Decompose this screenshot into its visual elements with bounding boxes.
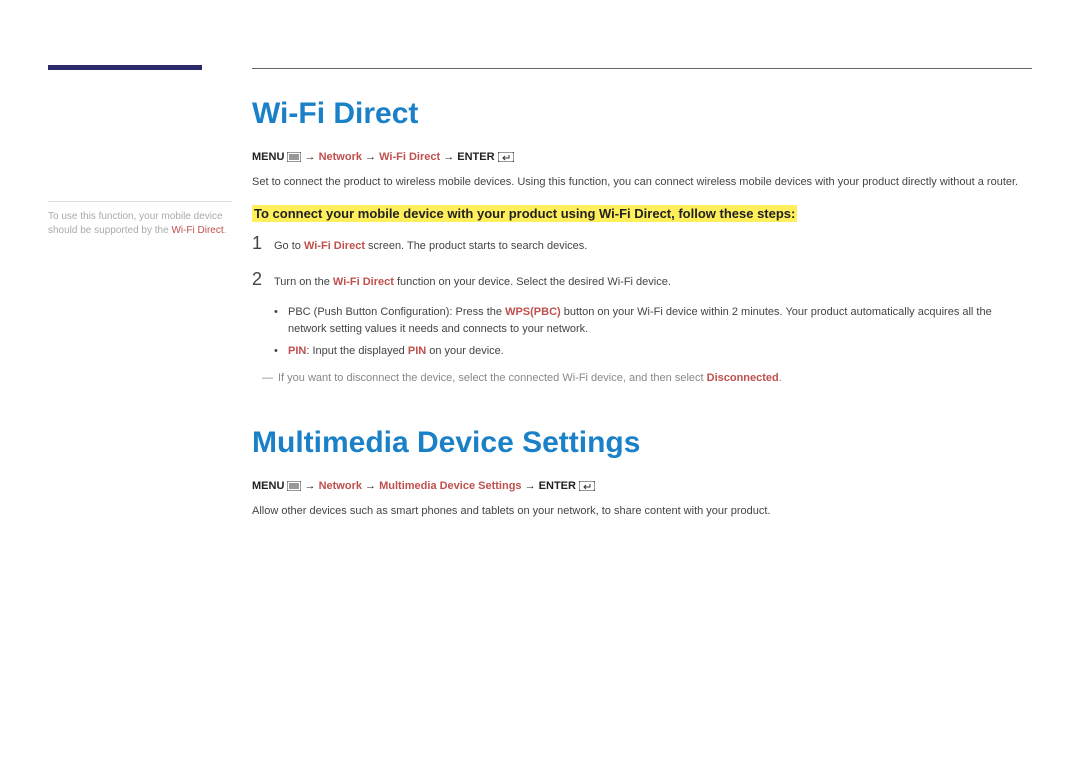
sub-bullets: PBC (Push Button Configuration): Press t… xyxy=(274,304,1032,360)
step-2-post: function on your device. Select the desi… xyxy=(394,276,671,288)
crumb-enter-label: ENTER xyxy=(457,151,494,163)
enter-icon xyxy=(579,481,595,494)
bullet-pin-bold1: PIN xyxy=(288,345,306,357)
bullet-pin-mid: : Input the displayed xyxy=(306,345,408,357)
bullet-pbc-pre: PBC (Push Button Configuration): Press t… xyxy=(288,306,505,318)
step-2-bold: Wi-Fi Direct xyxy=(333,276,394,288)
step-2-pre: Turn on the xyxy=(274,276,333,288)
section1-highlight: To connect your mobile device with your … xyxy=(252,206,1032,221)
sidebar-note-suffix: . xyxy=(224,225,227,236)
accent-bar xyxy=(48,65,202,70)
sidebar-note-bold: Wi-Fi Direct xyxy=(171,225,223,236)
step-1-number: 1 xyxy=(252,233,274,254)
step-2: 2 Turn on the Wi-Fi Direct function on y… xyxy=(252,269,1032,291)
crumb-menu-label: MENU xyxy=(252,151,284,163)
disconnect-note-pre: If you want to disconnect the device, se… xyxy=(278,372,707,384)
sidebar-note: To use this function, your mobile device… xyxy=(48,201,232,238)
crumb-network: Network xyxy=(319,480,362,492)
crumb-arrow: → xyxy=(365,151,376,163)
step-1-post: screen. The product starts to search dev… xyxy=(365,240,587,252)
menu-icon xyxy=(287,152,301,165)
step-1-text: Go to Wi-Fi Direct screen. The product s… xyxy=(274,238,587,255)
crumb-menu-label: MENU xyxy=(252,480,284,492)
breadcrumb-multimedia: MENU → Network → Multimedia Device Setti… xyxy=(252,480,1032,494)
crumb-enter-label: ENTER xyxy=(539,480,576,492)
disconnect-note-post: . xyxy=(779,372,782,384)
section1-description: Set to connect the product to wireless m… xyxy=(252,175,1032,190)
crumb-item: Multimedia Device Settings xyxy=(379,480,521,492)
crumb-arrow: → xyxy=(365,480,376,492)
crumb-arrow: → xyxy=(305,480,316,492)
section2-description: Allow other devices such as smart phones… xyxy=(252,504,1032,519)
crumb-network: Network xyxy=(319,151,362,163)
bullet-pin-bold2: PIN xyxy=(408,345,426,357)
bullet-pbc-bold: WPS(PBC) xyxy=(505,306,561,318)
sidebar: To use this function, your mobile device… xyxy=(48,91,252,536)
bullet-pin: PIN: Input the displayed PIN on your dev… xyxy=(274,343,1032,360)
bullet-pin-post: on your device. xyxy=(426,345,504,357)
menu-icon xyxy=(287,481,301,494)
step-2-number: 2 xyxy=(252,269,274,290)
crumb-arrow: → xyxy=(305,151,316,163)
crumb-item: Wi-Fi Direct xyxy=(379,151,440,163)
highlight-text: To connect your mobile device with your … xyxy=(252,205,797,222)
step-1-bold: Wi-Fi Direct xyxy=(304,240,365,252)
step-1-pre: Go to xyxy=(274,240,304,252)
disconnect-note: If you want to disconnect the device, se… xyxy=(262,370,1032,387)
page-content: To use this function, your mobile device… xyxy=(48,68,1032,536)
enter-icon xyxy=(498,152,514,165)
crumb-arrow: → xyxy=(443,151,454,163)
step-1: 1 Go to Wi-Fi Direct screen. The product… xyxy=(252,233,1032,255)
crumb-arrow: → xyxy=(525,480,536,492)
disconnect-note-bold: Disconnected xyxy=(707,372,779,384)
bullet-pbc: PBC (Push Button Configuration): Press t… xyxy=(274,304,1032,337)
section-title-multimedia: Multimedia Device Settings xyxy=(252,426,1032,460)
main-column: Wi-Fi Direct MENU → Network → Wi-Fi Dire… xyxy=(252,91,1032,536)
section-title-wifi-direct: Wi-Fi Direct xyxy=(252,97,1032,131)
layout-grid: To use this function, your mobile device… xyxy=(48,91,1032,536)
breadcrumb-wifi-direct: MENU → Network → Wi-Fi Direct → ENTER xyxy=(252,151,1032,165)
step-2-text: Turn on the Wi-Fi Direct function on you… xyxy=(274,274,671,291)
top-rule xyxy=(252,68,1032,69)
